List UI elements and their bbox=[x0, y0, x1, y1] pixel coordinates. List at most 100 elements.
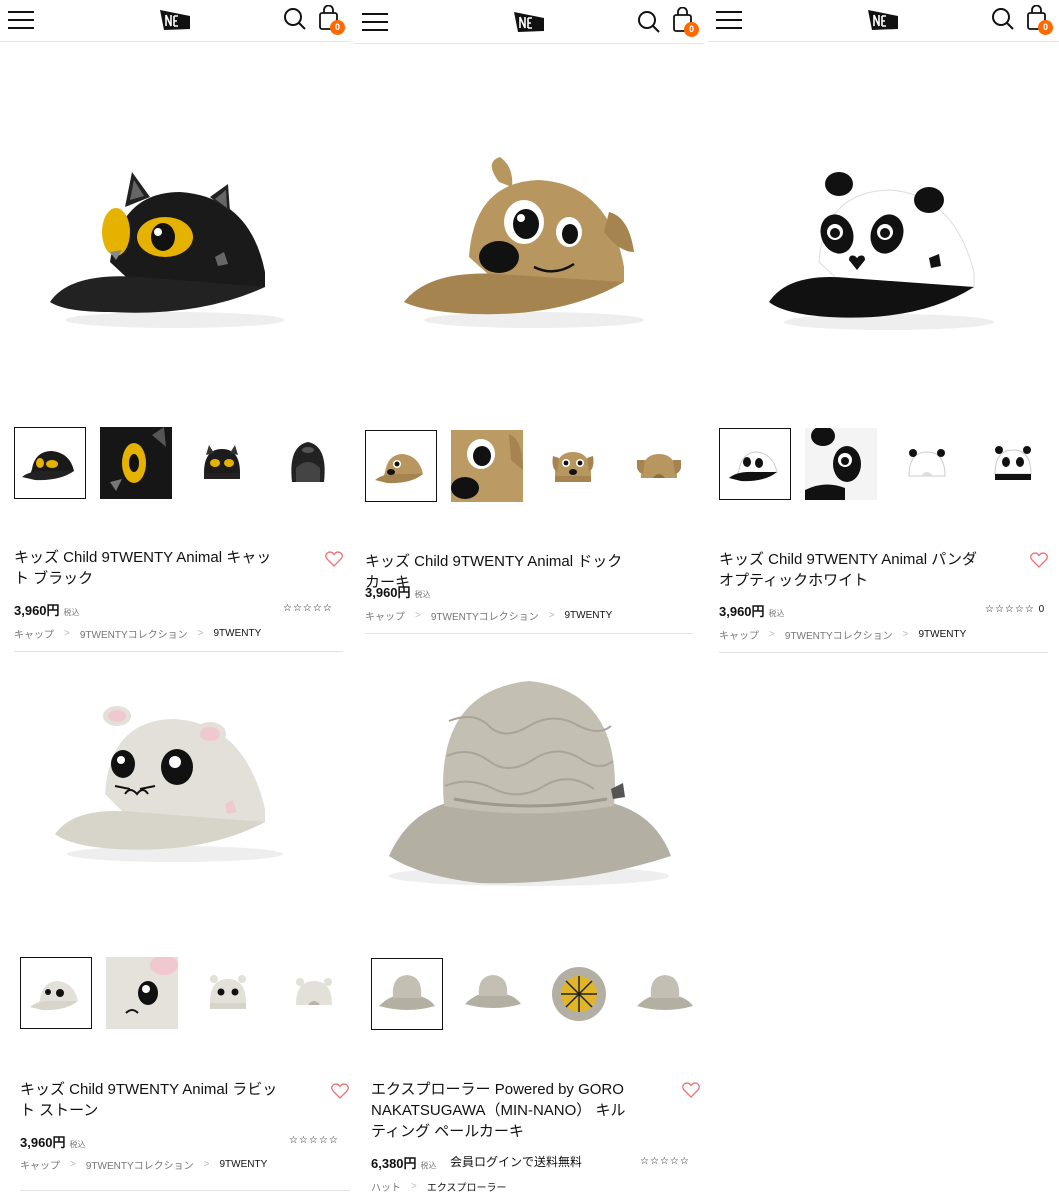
breadcrumb: キャップ > 9TWENTYコレクション > 9TWENTY bbox=[719, 627, 966, 642]
screen-column-2: 0 キッズ Child 9TWENTY Animal ドック カーキ 3,960… bbox=[354, 0, 704, 1200]
breadcrumb-item[interactable]: キャップ bbox=[719, 627, 759, 642]
rabbit-cap-back-thumb bbox=[296, 978, 332, 1005]
thumbnail[interactable] bbox=[977, 428, 1049, 500]
thumbnail[interactable] bbox=[629, 958, 701, 1030]
thumbnail[interactable] bbox=[20, 957, 92, 1029]
thumbnail[interactable] bbox=[623, 430, 695, 502]
thumbnail-strip bbox=[365, 430, 695, 502]
rabbit-cap-image bbox=[55, 706, 283, 862]
product-image-panda-cap[interactable] bbox=[708, 122, 1059, 372]
breadcrumb-item[interactable]: 9TWENTY bbox=[564, 610, 612, 621]
search-icon[interactable] bbox=[283, 7, 307, 31]
breadcrumb: キャップ > 9TWENTYコレクション > 9TWENTY bbox=[365, 608, 612, 623]
chevron-right-icon: > bbox=[203, 1159, 210, 1170]
product-card[interactable]: キッズ Child 9TWENTY Animal キャット ブラック 3,960… bbox=[0, 42, 350, 654]
cart-button[interactable]: 0 bbox=[1025, 4, 1053, 35]
rating-stars: ☆☆☆☆☆ bbox=[640, 1156, 690, 1167]
search-icon[interactable] bbox=[637, 10, 661, 34]
tax-label: 税込 bbox=[69, 1140, 86, 1149]
free-shipping-notice: 会員ログインで送料無料 bbox=[450, 1155, 583, 1169]
breadcrumb-item[interactable]: エクスプローラー bbox=[427, 1179, 507, 1194]
breadcrumb-item[interactable]: キャップ bbox=[20, 1157, 60, 1172]
thumbnail-strip bbox=[371, 958, 701, 1030]
explorer-hat-side-thumb bbox=[465, 975, 521, 1008]
product-title[interactable]: キッズ Child 9TWENTY Animal ラビット ストーン bbox=[20, 1079, 290, 1121]
breadcrumb-item[interactable]: 9TWENTYコレクション bbox=[80, 626, 188, 641]
hamburger-menu-icon[interactable] bbox=[716, 11, 742, 31]
product-title[interactable]: キッズ Child 9TWENTY Animal キャット ブラック bbox=[14, 547, 284, 589]
thumbnail[interactable] bbox=[100, 427, 172, 499]
product-title[interactable]: キッズ Child 9TWENTY Animal パンダ オプティックホワイト bbox=[719, 549, 989, 591]
thumbnail[interactable] bbox=[719, 428, 791, 500]
price-value: 3,960円 bbox=[719, 604, 765, 619]
thumbnail[interactable] bbox=[192, 957, 264, 1029]
breadcrumb-item[interactable]: 9TWENTYコレクション bbox=[431, 608, 539, 623]
thumbnail[interactable] bbox=[186, 427, 258, 499]
breadcrumb-item[interactable]: キャップ bbox=[365, 608, 405, 623]
cat-cap-thumb bbox=[22, 451, 74, 481]
product-image-explorer-hat[interactable] bbox=[354, 666, 704, 896]
hamburger-menu-icon[interactable] bbox=[8, 11, 34, 31]
thumbnail[interactable] bbox=[365, 430, 437, 502]
breadcrumb-item[interactable]: 9TWENTY bbox=[219, 1159, 267, 1170]
favorite-heart-icon[interactable] bbox=[325, 551, 343, 567]
rating-stars: ☆☆☆☆☆ bbox=[283, 603, 333, 614]
dog-cap-thumb bbox=[375, 454, 423, 484]
product-card[interactable]: エクスプローラー Powered by GORO NAKATSUGAWA（MIN… bbox=[354, 636, 704, 1200]
cart-count-badge: 0 bbox=[1038, 20, 1053, 35]
product-price: 3,960円 税込 bbox=[14, 600, 80, 619]
breadcrumb-item[interactable]: 9TWENTYコレクション bbox=[86, 1157, 194, 1172]
breadcrumb-item[interactable]: 9TWENTYコレクション bbox=[785, 627, 893, 642]
thumbnail[interactable] bbox=[278, 957, 350, 1029]
favorite-heart-icon[interactable] bbox=[682, 1082, 700, 1098]
new-era-logo[interactable] bbox=[158, 7, 192, 33]
new-era-logo[interactable] bbox=[866, 7, 900, 33]
product-title[interactable]: エクスプローラー Powered by GORO NAKATSUGAWA（MIN… bbox=[371, 1079, 636, 1142]
product-card[interactable]: キッズ Child 9TWENTY Animal ドック カーキ 3,960円税… bbox=[354, 44, 704, 636]
product-card[interactable]: キッズ Child 9TWENTY Animal ラビット ストーン 3,960… bbox=[0, 654, 350, 1200]
thumbnail[interactable] bbox=[543, 958, 615, 1030]
favorite-heart-icon[interactable] bbox=[331, 1083, 349, 1099]
product-image-dog-cap[interactable] bbox=[354, 119, 704, 364]
product-price: 3,960円 税込 bbox=[365, 582, 431, 601]
product-card[interactable]: キッズ Child 9TWENTY Animal パンダ オプティックホワイト … bbox=[708, 42, 1059, 656]
thumbnail[interactable] bbox=[457, 958, 529, 1030]
breadcrumb-item[interactable]: 9TWENTY bbox=[213, 628, 261, 639]
rating-stars: ☆☆☆☆☆ bbox=[289, 1135, 339, 1146]
panda-cap-closeup-thumb bbox=[805, 428, 877, 500]
thumbnail[interactable] bbox=[272, 427, 344, 499]
price-value: 3,960円 bbox=[20, 1135, 66, 1150]
breadcrumb-item[interactable]: 9TWENTY bbox=[918, 629, 966, 640]
favorite-heart-icon[interactable] bbox=[1030, 552, 1048, 568]
breadcrumb-item[interactable]: キャップ bbox=[14, 626, 54, 641]
breadcrumb: キャップ > 9TWENTYコレクション > 9TWENTY bbox=[14, 626, 261, 641]
tax-label: 税込 bbox=[768, 609, 785, 618]
chevron-right-icon: > bbox=[411, 1181, 417, 1192]
product-image-rabbit-cap[interactable] bbox=[0, 674, 350, 884]
thumbnail[interactable] bbox=[451, 430, 523, 502]
divider bbox=[20, 1190, 350, 1191]
thumbnail[interactable] bbox=[14, 427, 86, 499]
product-price: 3,960円 税込 bbox=[719, 601, 785, 620]
divider bbox=[719, 652, 1048, 653]
thumbnail[interactable] bbox=[891, 428, 963, 500]
cart-button[interactable]: 0 bbox=[317, 4, 345, 35]
thumbnail[interactable] bbox=[371, 958, 443, 1030]
thumbnail[interactable] bbox=[537, 430, 609, 502]
hamburger-menu-icon[interactable] bbox=[362, 13, 388, 33]
cart-button[interactable]: 0 bbox=[671, 6, 699, 37]
dog-cap-closeup-thumb bbox=[451, 430, 523, 502]
chevron-right-icon: > bbox=[769, 629, 775, 640]
search-icon[interactable] bbox=[991, 7, 1015, 31]
thumbnail[interactable] bbox=[106, 957, 178, 1029]
breadcrumb-item[interactable]: ハット bbox=[371, 1179, 401, 1194]
chevron-right-icon: > bbox=[197, 628, 204, 639]
breadcrumb: キャップ > 9TWENTYコレクション > 9TWENTY bbox=[20, 1157, 267, 1172]
price-value: 6,380円 bbox=[371, 1156, 417, 1171]
new-era-logo[interactable] bbox=[512, 9, 546, 35]
thumbnail[interactable] bbox=[805, 428, 877, 500]
tax-label: 税込 bbox=[63, 608, 80, 617]
rabbit-cap-thumb bbox=[30, 981, 78, 1011]
cart-count-badge: 0 bbox=[330, 20, 345, 35]
product-image-cat-cap[interactable] bbox=[0, 122, 350, 372]
